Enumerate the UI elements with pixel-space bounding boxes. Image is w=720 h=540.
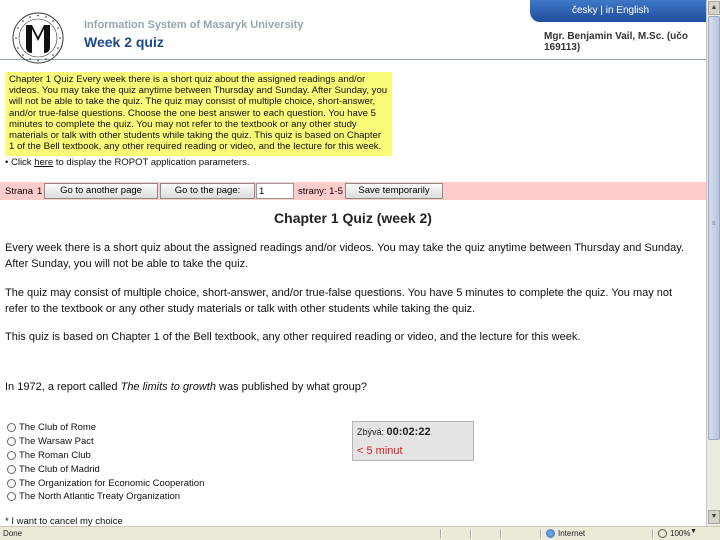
radio-button[interactable]: [7, 450, 16, 460]
question-report-title: The limits to growth: [120, 381, 216, 393]
answer-label: The Warsaw Pact: [19, 436, 94, 448]
page-number-input[interactable]: [256, 183, 294, 199]
status-divider: [500, 529, 502, 539]
radio-button[interactable]: [7, 423, 16, 433]
roport-suffix: to display the ROPOT application paramet…: [55, 157, 250, 168]
roport-params-line: • Click here to display the ROPOT applic…: [5, 157, 249, 168]
question-suffix: was published by what group?: [219, 381, 368, 393]
page-label: Strana: [5, 186, 33, 197]
language-switcher: česky | in English: [530, 0, 706, 22]
answer-label: The Roman Club: [19, 449, 91, 461]
answer-option[interactable]: The Warsaw Pact: [7, 435, 204, 449]
answer-label: The Club of Madrid: [19, 463, 100, 475]
status-divider: [470, 529, 472, 539]
lang-english-link[interactable]: in English: [606, 5, 649, 16]
chevron-down-icon[interactable]: ▼: [690, 528, 697, 535]
institution-name: Information System of Masaryk University: [84, 19, 304, 31]
status-text: Done: [3, 529, 23, 538]
scroll-thumb[interactable]: ≡: [708, 16, 720, 440]
answer-option[interactable]: The Club of Madrid: [7, 462, 204, 476]
countdown-timer: Zbývá: 00:02:22 < 5 minut: [352, 421, 474, 461]
status-divider: [652, 529, 654, 539]
page-header: Information System of Masaryk University…: [0, 0, 706, 64]
lang-separator: |: [600, 5, 603, 16]
scroll-down-arrow-icon[interactable]: ▼: [708, 510, 720, 524]
radio-button[interactable]: [7, 464, 16, 474]
roport-params-link[interactable]: here: [34, 157, 53, 168]
vertical-scrollbar[interactable]: ▲ ≡ ▼: [706, 0, 720, 526]
page-navigation-bar: Strana 1 Go to another page Go to the pa…: [0, 182, 706, 200]
page-title: Week 2 quiz: [84, 34, 164, 50]
zoom-icon: [658, 529, 667, 538]
current-page-number: 1: [37, 186, 43, 197]
answer-option[interactable]: The Club of Rome: [7, 421, 204, 435]
question-text: In 1972, a report called The limits to g…: [5, 381, 367, 393]
answer-options: The Club of Rome The Warsaw Pact The Rom…: [7, 421, 204, 504]
security-zone: Internet: [558, 529, 586, 538]
answer-label: The Organization for Economic Cooperatio…: [19, 477, 205, 489]
internet-zone-icon: [546, 529, 555, 538]
user-name: Mgr. Benjamin Vail, M.Sc. (učo 169113): [544, 31, 688, 53]
question-prefix: In 1972, a report called: [5, 381, 118, 393]
answer-option[interactable]: The North Atlantic Treaty Organization: [7, 490, 204, 504]
roport-prefix: Click: [10, 157, 32, 168]
answer-option[interactable]: The Roman Club: [7, 449, 204, 463]
radio-button[interactable]: [7, 492, 16, 502]
browser-status-bar: Done Internet 100% ▼: [0, 526, 720, 540]
radio-button[interactable]: [7, 437, 16, 447]
timer-value: 00:02:22: [386, 426, 431, 438]
lang-czech-link[interactable]: česky: [572, 5, 598, 16]
go-to-page-button[interactable]: Go to the page:: [160, 183, 255, 199]
quiz-paragraph-1: Every week there is a short quiz about t…: [5, 242, 684, 270]
quiz-paragraph-2: The quiz may consist of multiple choice,…: [5, 287, 673, 315]
timer-label: Zbývá:: [357, 427, 385, 437]
scroll-up-arrow-icon[interactable]: ▲: [708, 1, 720, 15]
quiz-paragraph-3: This quiz is based on Chapter 1 of the B…: [5, 331, 581, 343]
grip-icon: ≡: [712, 221, 716, 227]
answer-label: The Club of Rome: [19, 422, 97, 434]
answer-label: The North Atlantic Treaty Organization: [19, 491, 181, 503]
radio-button[interactable]: [7, 478, 16, 488]
quiz-info-box: Chapter 1 Quiz Every week there is a sho…: [5, 72, 392, 156]
timer-remaining: Zbývá: 00:02:22: [357, 426, 431, 438]
status-divider: [540, 529, 542, 539]
status-divider: [440, 529, 442, 539]
zoom-level[interactable]: 100%: [670, 529, 690, 538]
go-to-another-page-button[interactable]: Go to another page: [44, 183, 158, 199]
university-logo: [12, 12, 64, 64]
pages-range-label: strany: 1-5: [298, 186, 343, 197]
save-temporarily-button[interactable]: Save temporarily: [345, 183, 443, 199]
timer-warning: < 5 minut: [357, 445, 403, 457]
answer-option[interactable]: The Organization for Economic Cooperatio…: [7, 476, 204, 490]
bullet: •: [5, 157, 9, 168]
quiz-title: Chapter 1 Quiz (week 2): [274, 210, 432, 226]
